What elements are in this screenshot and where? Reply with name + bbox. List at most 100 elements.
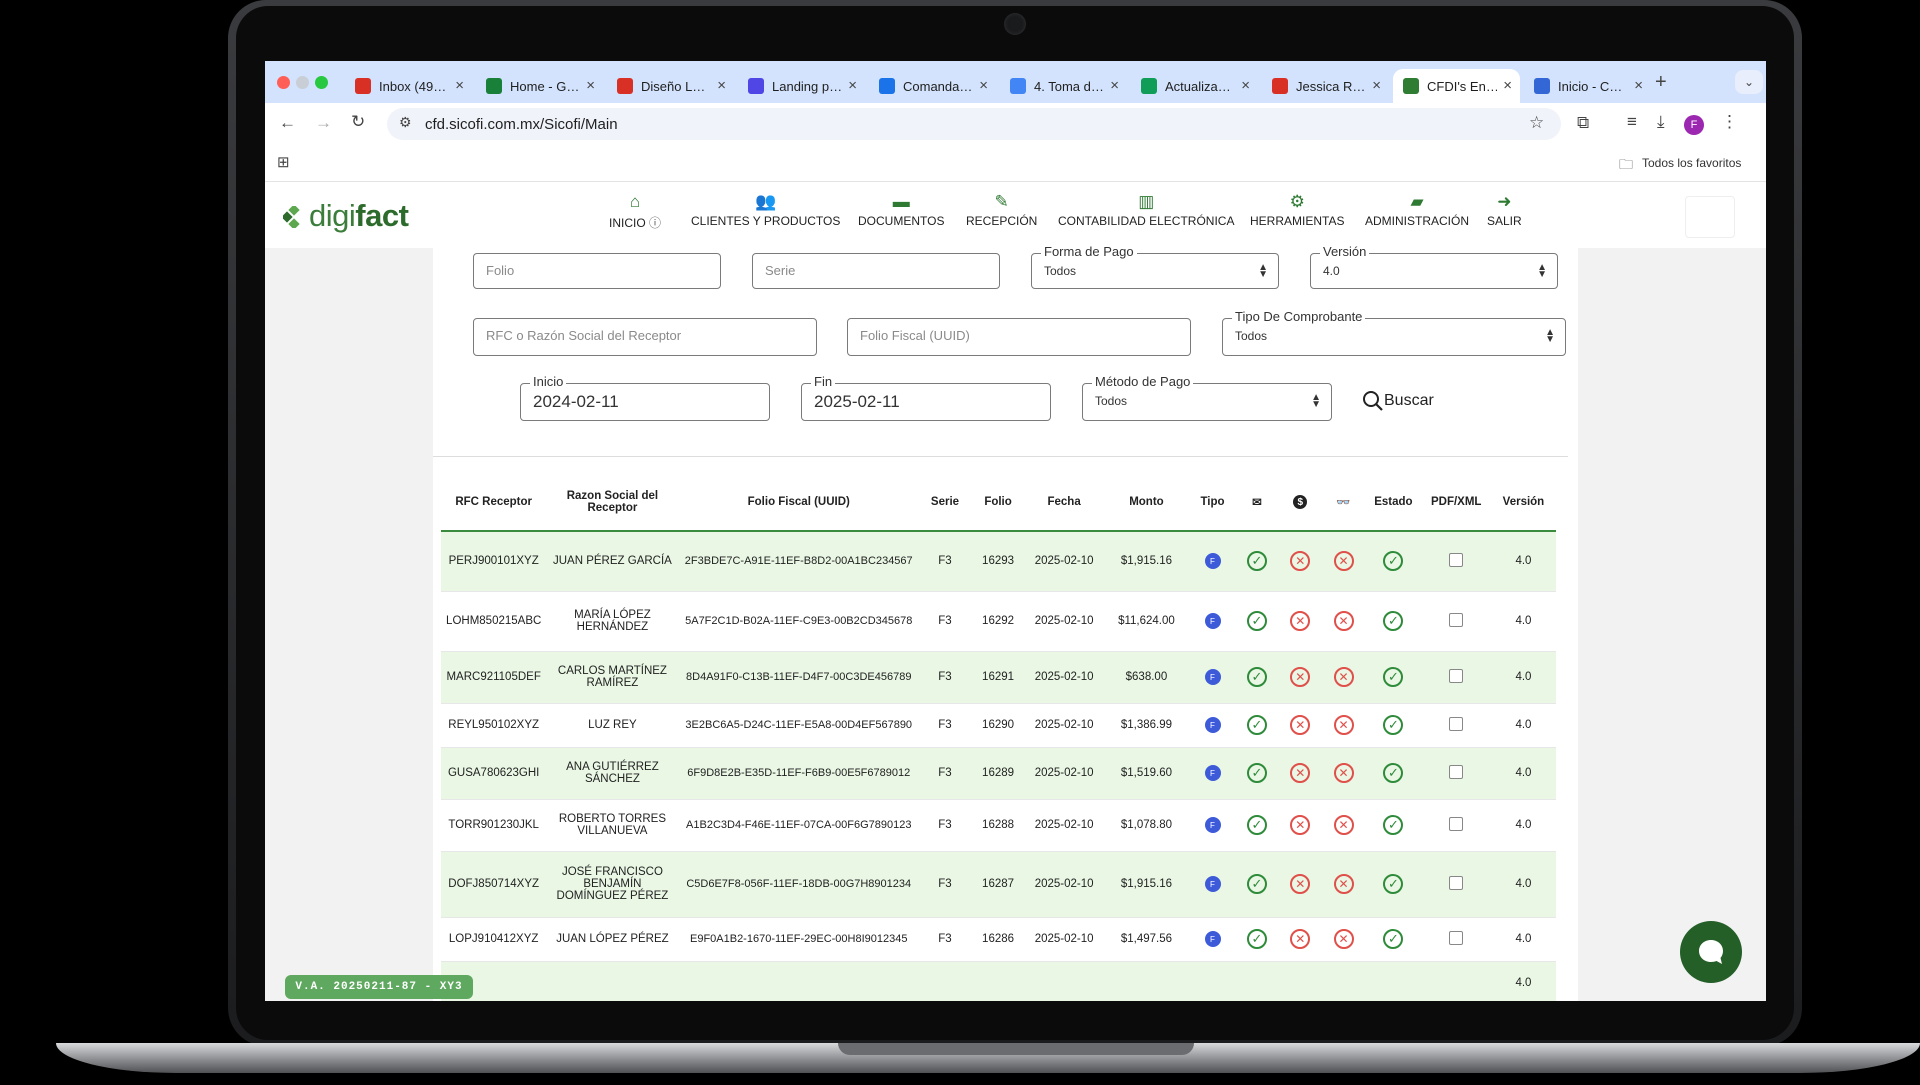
viewed-cross-icon[interactable]: ✕	[1333, 611, 1354, 631]
email-sent-check-icon[interactable]: ✓	[1246, 763, 1267, 783]
pdf-xml-checkbox[interactable]	[1449, 612, 1464, 627]
tipo-badge[interactable]: F	[1204, 717, 1221, 733]
nav-item-chart[interactable]: ▥ CONTABILIDAD ELECTRÓNICA	[1058, 192, 1234, 228]
viewed-cross-icon[interactable]: ✕	[1333, 874, 1354, 894]
col-header-2[interactable]: Folio Fiscal (UUID)	[678, 474, 919, 532]
media-icon[interactable]: ≡	[1627, 112, 1637, 132]
col-header-1[interactable]: Razon Social del Receptor	[546, 474, 679, 532]
pdf-xml-checkbox[interactable]	[1449, 764, 1464, 779]
serie-input[interactable]: Serie	[752, 253, 1000, 289]
table-row[interactable]: REYL950102XYZ LUZ REY 3E2BC6A5-D24C-11EF-E…	[441, 703, 1556, 748]
nav-item-folder[interactable]: ▬ DOCUMENTOS	[858, 192, 944, 228]
tab-search-icon[interactable]: ⌄	[1735, 70, 1763, 94]
tipo-badge[interactable]: F	[1204, 931, 1221, 947]
estado-check-icon[interactable]: ✓	[1383, 551, 1404, 572]
tab-0[interactable]: Inbox (49… ×	[345, 69, 472, 103]
nav-item-sign-out[interactable]: ➜ SALIR	[1487, 192, 1522, 228]
email-sent-check-icon[interactable]: ✓	[1246, 815, 1267, 835]
chat-button[interactable]	[1680, 921, 1742, 983]
viewed-cross-icon[interactable]: ✕	[1333, 815, 1354, 835]
tab-close-icon[interactable]: ×	[717, 77, 726, 94]
tab-8[interactable]: CFDI's En… ×	[1393, 69, 1520, 103]
star-icon[interactable]: ☆	[1529, 113, 1544, 133]
email-sent-check-icon[interactable]: ✓	[1246, 929, 1267, 949]
menu-icon[interactable]: ⋮	[1721, 112, 1738, 132]
forma-pago-select[interactable]: Forma de Pago Todos ▲ ▼	[1031, 244, 1279, 289]
pdf-xml-checkbox[interactable]	[1449, 875, 1464, 890]
col-header-13[interactable]: Versión	[1490, 474, 1556, 532]
paid-cross-icon[interactable]: ✕	[1290, 611, 1311, 631]
paid-cross-icon[interactable]: ✕	[1290, 715, 1311, 735]
table-row[interactable]: LOPJ910412XYZ JUAN LÓPEZ PÉREZ E9F0A1B2-16…	[441, 917, 1556, 962]
tipo-badge[interactable]: F	[1204, 876, 1221, 892]
col-header-10[interactable]: 👓	[1321, 474, 1366, 532]
nav-item-users[interactable]: 👥 CLIENTES Y PRODUCTOS	[691, 192, 840, 228]
col-header-5[interactable]: Fecha	[1025, 474, 1104, 532]
tab-3[interactable]: Landing p… ×	[738, 69, 865, 103]
email-sent-check-icon[interactable]: ✓	[1246, 667, 1267, 687]
maximize-window-button[interactable]	[315, 76, 328, 89]
profile-avatar[interactable]: F	[1684, 115, 1704, 135]
col-header-9[interactable]: $	[1278, 474, 1322, 532]
tab-close-icon[interactable]: ×	[1634, 77, 1643, 94]
pdf-xml-checkbox[interactable]	[1449, 816, 1464, 831]
reload-icon[interactable]: ↻	[351, 112, 365, 132]
tipo-comprobante-select[interactable]: Tipo De Comprobante Todos ▲ ▼	[1222, 309, 1566, 356]
viewed-cross-icon[interactable]: ✕	[1333, 715, 1354, 735]
tab-5[interactable]: 4. Toma d… ×	[1000, 69, 1127, 103]
tab-7[interactable]: Jessica R… ×	[1262, 69, 1389, 103]
tab-6[interactable]: Actualiza… ×	[1131, 69, 1258, 103]
paid-cross-icon[interactable]: ✕	[1290, 551, 1311, 572]
inicio-date-input[interactable]: Inicio 2024-02-11	[520, 374, 770, 421]
paid-cross-icon[interactable]: ✕	[1290, 929, 1311, 949]
forward-icon[interactable]: →	[315, 113, 332, 133]
fin-date-input[interactable]: Fin 2025-02-11	[801, 374, 1051, 421]
col-header-12[interactable]: PDF/XML	[1421, 474, 1491, 532]
table-row[interactable]: TORR901230JKL ROBERTO TORRES VILLANUEVA A1…	[441, 799, 1556, 852]
tipo-badge[interactable]: F	[1204, 669, 1221, 685]
pdf-xml-checkbox[interactable]	[1449, 552, 1464, 567]
paid-cross-icon[interactable]: ✕	[1290, 667, 1311, 687]
extensions-icon[interactable]: ⧉	[1577, 113, 1589, 133]
col-header-11[interactable]: Estado	[1365, 474, 1422, 532]
tipo-badge[interactable]: F	[1204, 765, 1221, 781]
site-info-icon[interactable]: ⚙	[399, 114, 412, 131]
tab-close-icon[interactable]: ×	[1503, 77, 1512, 94]
estado-check-icon[interactable]: ✓	[1383, 611, 1404, 631]
viewed-cross-icon[interactable]: ✕	[1333, 667, 1354, 687]
tab-2[interactable]: Diseño L… ×	[607, 69, 734, 103]
estado-check-icon[interactable]: ✓	[1383, 667, 1404, 687]
buscar-button[interactable]: Buscar	[1362, 388, 1434, 414]
col-header-6[interactable]: Monto	[1103, 474, 1190, 532]
estado-check-icon[interactable]: ✓	[1383, 715, 1404, 735]
tab-close-icon[interactable]: ×	[586, 77, 595, 94]
col-header-3[interactable]: Serie	[918, 474, 971, 532]
col-header-7[interactable]: Tipo	[1189, 474, 1236, 532]
rfc-razon-input[interactable]: RFC o Razón Social del Receptor	[473, 318, 817, 356]
email-sent-check-icon[interactable]: ✓	[1246, 715, 1267, 735]
nav-item-gears[interactable]: ⚙ HERRAMIENTAS	[1250, 192, 1344, 228]
paid-cross-icon[interactable]: ✕	[1290, 874, 1311, 894]
estado-check-icon[interactable]: ✓	[1383, 815, 1404, 835]
viewed-cross-icon[interactable]: ✕	[1333, 551, 1354, 572]
all-bookmarks-link[interactable]: Todos los favoritos	[1642, 156, 1741, 170]
table-row[interactable]: DOFJ850714XYZ JOSÉ FRANCISCO BENJAMÍN DOM…	[441, 851, 1556, 918]
nav-item-folder-open[interactable]: ▰ ADMINISTRACIÓN	[1365, 192, 1469, 228]
email-sent-check-icon[interactable]: ✓	[1246, 874, 1267, 894]
tipo-badge[interactable]: F	[1204, 613, 1221, 629]
tipo-badge[interactable]: F	[1204, 553, 1221, 570]
table-row[interactable]: LOHM850215ABC MARÍA LÓPEZ HERNÁNDEZ 5A7F2C…	[441, 591, 1556, 652]
info-icon[interactable]: ⓘ	[646, 216, 661, 230]
tab-close-icon[interactable]: ×	[1110, 77, 1119, 94]
col-header-0[interactable]: RFC Receptor	[441, 474, 547, 532]
version-select[interactable]: Versión 4.0 ▲ ▼	[1310, 244, 1558, 289]
download-icon[interactable]: ⤓	[1657, 112, 1665, 132]
tipo-badge[interactable]: F	[1204, 817, 1221, 833]
paid-cross-icon[interactable]: ✕	[1290, 763, 1311, 783]
address-bar[interactable]: ⚙ cfd.sicofi.com.mx/Sicofi/Main ☆	[387, 108, 1561, 140]
tab-close-icon[interactable]: ×	[1372, 77, 1381, 94]
tab-close-icon[interactable]: ×	[1241, 77, 1250, 94]
tab-1[interactable]: Home - G… ×	[476, 69, 603, 103]
col-header-8[interactable]: ✉	[1235, 474, 1279, 532]
estado-check-icon[interactable]: ✓	[1383, 929, 1404, 949]
